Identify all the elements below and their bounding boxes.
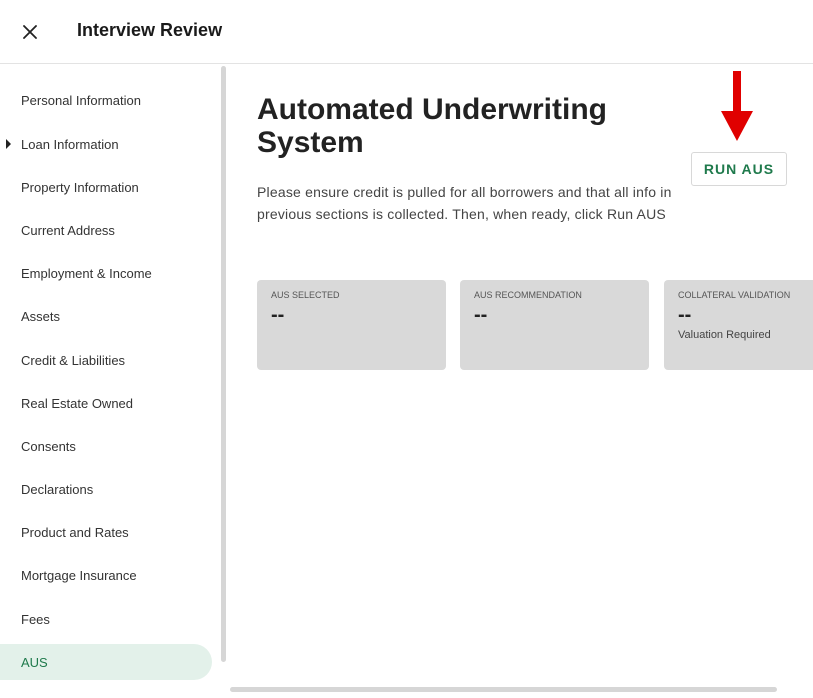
horizontal-scrollbar[interactable]: [230, 687, 777, 692]
annotation-arrow-icon: [721, 71, 753, 141]
close-icon: [23, 25, 37, 39]
sidebar-item-assets[interactable]: Assets: [0, 298, 212, 334]
sidebar-nav: Personal Information Loan Information Pr…: [0, 64, 222, 698]
card-value: --: [474, 304, 488, 326]
aus-recommendation-card: AUS RECOMMENDATION --: [460, 280, 649, 370]
sidebar-item-employment-income[interactable]: Employment & Income: [0, 255, 212, 291]
sidebar-item-real-estate-owned[interactable]: Real Estate Owned: [0, 385, 212, 421]
sidebar-item-loan-information[interactable]: Loan Information: [0, 126, 212, 162]
page-header-title: Interview Review: [77, 20, 223, 40]
sidebar-item-label: Loan Information: [21, 136, 119, 152]
card-value: --: [271, 304, 285, 326]
sidebar-item-mortgage-insurance[interactable]: Mortgage Insurance: [0, 557, 212, 593]
collateral-validation-card: COLLATERAL VALIDATION -- Valuation Requi…: [664, 280, 813, 370]
page-description: Please ensure credit is pulled for all b…: [257, 184, 672, 222]
sidebar-item-declarations[interactable]: Declarations: [0, 471, 212, 507]
sidebar-item-property-information[interactable]: Property Information: [0, 169, 212, 205]
run-aus-button[interactable]: RUN AUS: [691, 152, 787, 186]
close-button[interactable]: [18, 20, 42, 44]
sidebar-item-credit-liabilities[interactable]: Credit & Liabilities: [0, 342, 212, 378]
sidebar-item-product-and-rates[interactable]: Product and Rates: [0, 514, 212, 550]
sidebar-item-personal-information[interactable]: Personal Information: [0, 82, 212, 118]
card-label: AUS RECOMMENDATION: [474, 290, 582, 300]
page-title: Automated Underwriting System: [257, 93, 607, 159]
card-value: --: [678, 304, 692, 326]
sidebar-scrollbar[interactable]: [221, 66, 226, 662]
aus-selected-card: AUS SELECTED --: [257, 280, 446, 370]
sidebar-item-consents[interactable]: Consents: [0, 428, 212, 464]
header-bar: Interview Review: [0, 0, 813, 64]
sidebar-item-current-address[interactable]: Current Address: [0, 212, 212, 248]
card-label: COLLATERAL VALIDATION: [678, 290, 791, 300]
card-subtext: Valuation Required: [678, 329, 771, 341]
sidebar-item-aus[interactable]: AUS: [0, 644, 212, 680]
card-label: AUS SELECTED: [271, 290, 340, 300]
expand-caret-icon: [6, 139, 11, 149]
sidebar-item-fees[interactable]: Fees: [0, 601, 212, 637]
